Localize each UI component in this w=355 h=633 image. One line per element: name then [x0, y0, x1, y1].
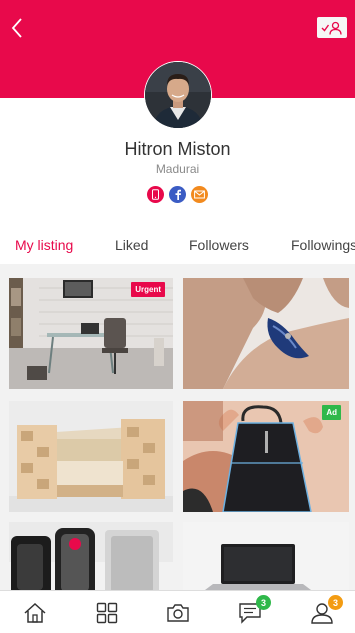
profile-tabs: My listing Liked Followers Followings	[0, 228, 355, 264]
profile-location: Madurai	[155, 162, 200, 176]
listing-card[interactable]	[183, 522, 349, 590]
nav-categories[interactable]	[94, 601, 120, 625]
listing-card[interactable]	[9, 401, 173, 512]
user-check-icon	[321, 21, 342, 35]
avatar	[145, 62, 211, 128]
tab-my-listing[interactable]: My listing	[15, 237, 73, 253]
profile-name: Hitron Miston	[124, 139, 231, 159]
phone-icon[interactable]	[147, 186, 164, 203]
tab-followers[interactable]: Followers	[189, 237, 249, 253]
nav-home[interactable]	[22, 601, 48, 625]
nav-camera[interactable]	[165, 601, 191, 625]
laptop-desk-image	[183, 522, 349, 590]
listing-card[interactable]: Ad	[183, 401, 349, 512]
listing-card[interactable]: Urgent	[9, 278, 173, 389]
profile-count-badge: 3	[328, 595, 343, 610]
facebook-icon[interactable]	[169, 186, 186, 203]
wrist-bracelet-image	[183, 278, 349, 389]
kettle-appliance-image	[9, 522, 173, 590]
listing-grid: Urgent Ad	[0, 264, 355, 590]
bottom-nav: 3 3	[0, 590, 355, 633]
contact-icons	[147, 186, 208, 203]
tab-followings[interactable]: Followings	[291, 237, 355, 253]
wooden-armchair-image	[9, 401, 173, 512]
home-icon	[24, 602, 46, 623]
message-count-badge: 3	[256, 595, 271, 610]
email-icon[interactable]	[191, 186, 208, 203]
listing-card[interactable]	[9, 522, 173, 590]
chevron-left-icon	[11, 18, 22, 38]
camera-icon	[167, 604, 189, 622]
tab-liked[interactable]: Liked	[115, 237, 148, 253]
urgent-badge: Urgent	[131, 282, 165, 297]
follow-user-button[interactable]	[317, 17, 347, 38]
ad-badge: Ad	[322, 405, 341, 420]
grid-icon	[96, 602, 118, 624]
nav-messages[interactable]: 3	[237, 595, 271, 625]
listing-card[interactable]	[183, 278, 349, 389]
nav-profile[interactable]: 3	[309, 595, 343, 625]
back-button[interactable]	[6, 14, 28, 42]
